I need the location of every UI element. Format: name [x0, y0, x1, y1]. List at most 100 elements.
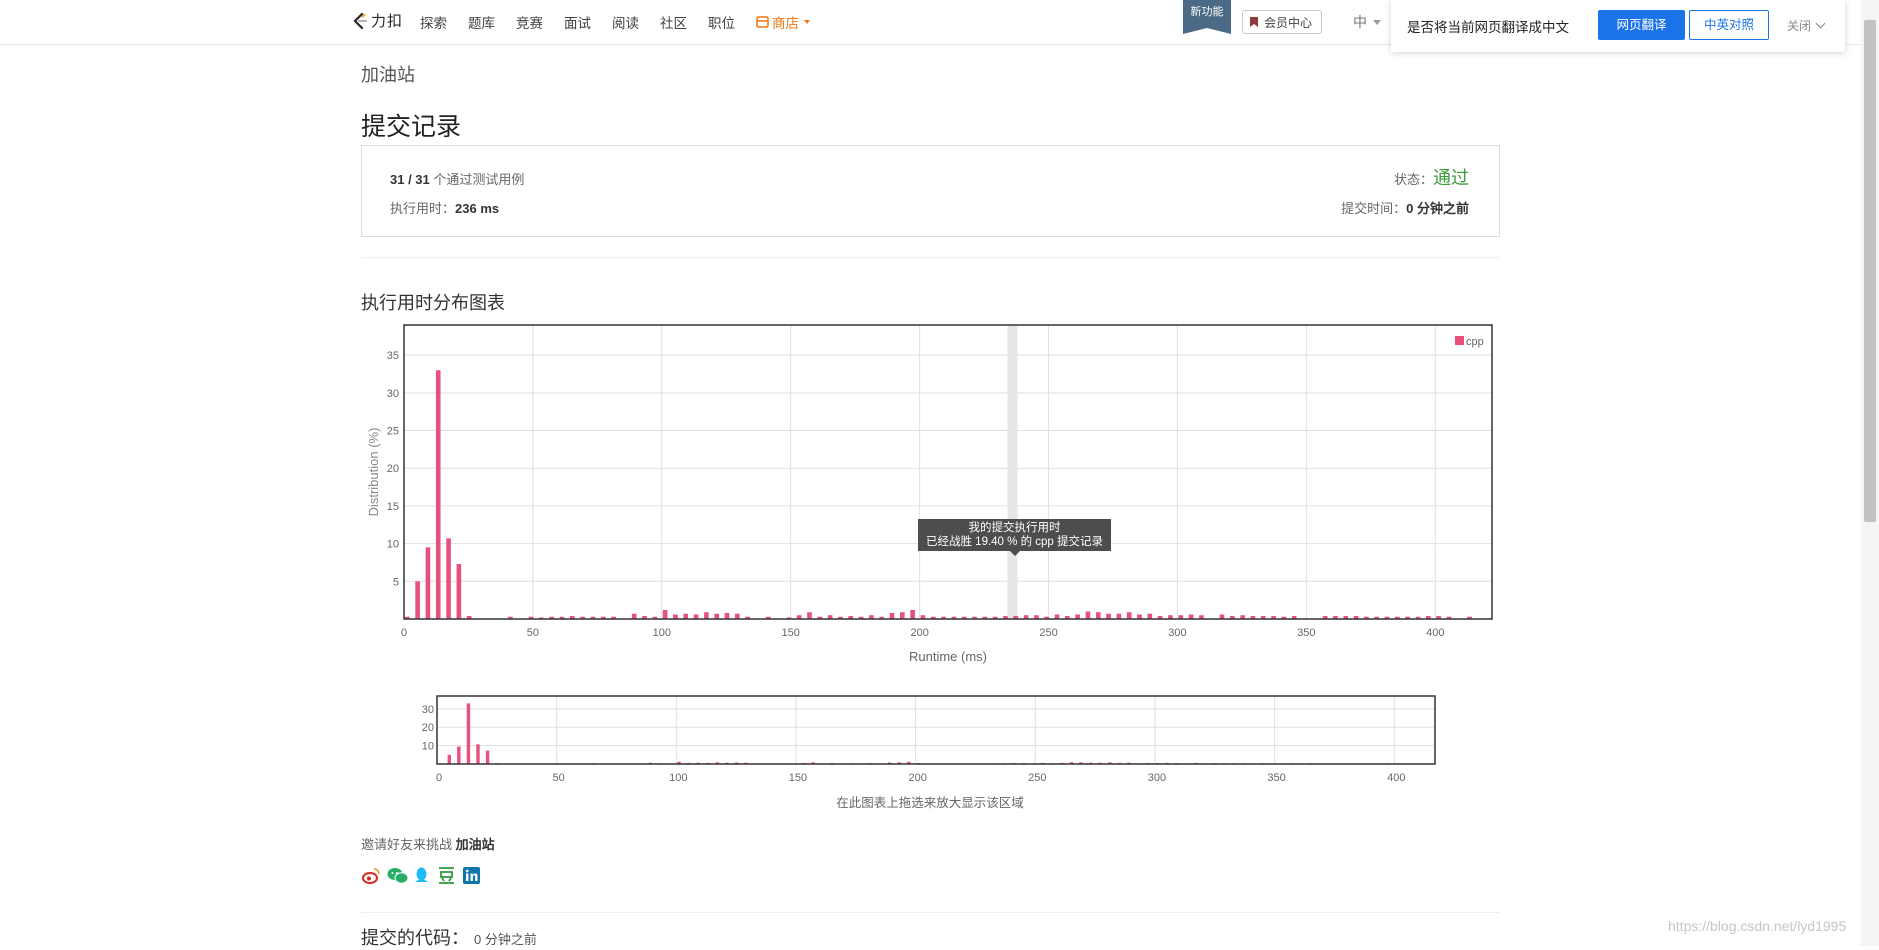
qq-icon[interactable] [412, 866, 431, 885]
language-switch[interactable]: 中 [1353, 12, 1381, 32]
y-tick-label: 10 [387, 539, 399, 551]
x-tick-label: 0 [401, 627, 407, 639]
navigator-x-tick-label: 0 [436, 772, 442, 784]
bar [910, 610, 915, 619]
translate-close-label: 关闭 [1787, 17, 1811, 34]
legend-label: cpp [1466, 336, 1484, 348]
x-tick-label: 250 [1039, 627, 1057, 639]
nav-interview[interactable]: 面试 [564, 12, 591, 32]
nav-store[interactable]: 商店 [756, 12, 810, 32]
share-icons [362, 866, 481, 885]
plot-area [404, 325, 1492, 619]
navigator-x-tick-label: 300 [1148, 772, 1166, 784]
runtime-distribution-chart[interactable]: 5101520253035050100150200250300350400Run… [360, 318, 1500, 670]
bar [807, 612, 812, 619]
x-tick-label: 100 [653, 627, 671, 639]
logo-text: 力扣 [371, 10, 403, 31]
runtime-label: 执行用时： [390, 201, 455, 216]
submitted-code-title: 提交的代码： 0 分钟之前 [361, 924, 537, 950]
submit-time-label: 提交时间： [1341, 201, 1406, 216]
bar [683, 614, 688, 619]
language-label: 中 [1353, 12, 1367, 32]
translate-popup: 是否将当前网页翻译成中文 网页翻译 中英对照 关闭 [1391, 0, 1845, 52]
chevron-down-icon [1373, 20, 1381, 25]
testcases-suffix: 个通过测试用例 [430, 172, 525, 187]
navigator-x-tick-label: 150 [789, 772, 807, 784]
navigator-area [437, 696, 1435, 764]
x-tick-label: 300 [1168, 627, 1186, 639]
bar [426, 547, 431, 619]
bar [415, 581, 420, 619]
translate-page-button[interactable]: 网页翻译 [1598, 10, 1685, 40]
member-center-button[interactable]: 会员中心 [1242, 10, 1322, 34]
navigator-x-tick-label: 250 [1028, 772, 1046, 784]
chart-tooltip: 我的提交执行用时 已经战胜 19.40 % 的 cpp 提交记录 [918, 519, 1111, 551]
bar [1127, 612, 1132, 619]
runtime-row: 执行用时：236 ms [390, 198, 499, 217]
submit-time-row: 提交时间：0 分钟之前 [1341, 198, 1469, 217]
divider [361, 257, 1500, 258]
leetcode-logo-icon [351, 12, 369, 30]
bar [735, 614, 740, 619]
nav-problems[interactable]: 题库 [468, 12, 495, 32]
status-label: 状态： [1394, 169, 1433, 188]
navigator-caption: 在此图表上拖选来放大显示该区域 [420, 792, 1440, 811]
translate-close-button[interactable]: 关闭 [1787, 17, 1824, 34]
my-submission-highlight [1007, 325, 1017, 619]
nav-contest[interactable]: 竞赛 [516, 12, 543, 32]
nav-jobs[interactable]: 职位 [708, 12, 735, 32]
page-title: 提交记录 [361, 107, 461, 143]
divider [361, 912, 1500, 913]
navigator-x-tick-label: 50 [553, 772, 565, 784]
y-tick-label: 20 [387, 463, 399, 475]
y-tick-label: 30 [387, 388, 399, 400]
problem-breadcrumb[interactable]: 加油站 [361, 61, 415, 87]
submission-summary: 31 / 31 个通过测试用例 执行用时：236 ms 状态：通过 提交时间：0… [361, 145, 1500, 237]
y-tick-label: 15 [387, 501, 399, 513]
nav-community[interactable]: 社区 [660, 12, 687, 32]
x-tick-label: 150 [782, 627, 800, 639]
navigator-bar [467, 703, 470, 764]
new-feature-badge[interactable]: 新功能 [1183, 0, 1231, 28]
chevron-down-icon [1816, 19, 1826, 29]
linkedin-icon[interactable] [462, 866, 481, 885]
nav-reading[interactable]: 阅读 [612, 12, 639, 32]
bar [1086, 611, 1091, 619]
leetcode-logo[interactable]: 力扣 [351, 10, 403, 31]
navigator-y-tick-label: 10 [422, 741, 434, 753]
navigator-chart[interactable]: 102030050100150200250300350400 [420, 690, 1440, 790]
chart-section-title: 执行用时分布图表 [361, 289, 505, 315]
x-tick-label: 400 [1426, 627, 1444, 639]
y-axis-title: Distribution (%) [366, 428, 381, 517]
bilingual-button[interactable]: 中英对照 [1689, 10, 1769, 40]
share-text: 邀请好友来挑战 [361, 837, 452, 852]
weibo-icon[interactable] [362, 866, 381, 885]
y-tick-label: 25 [387, 426, 399, 438]
bar [900, 612, 905, 619]
wechat-icon[interactable] [387, 866, 406, 885]
member-center-label: 会员中心 [1264, 14, 1312, 31]
nav-explore[interactable]: 探索 [420, 12, 447, 32]
navigator-bar [486, 751, 489, 764]
navigator-x-tick-label: 100 [669, 772, 687, 784]
douban-icon[interactable] [437, 866, 456, 885]
x-tick-label: 50 [527, 627, 539, 639]
status-row: 状态：通过 [1394, 164, 1469, 190]
translate-prompt: 是否将当前网页翻译成中文 [1407, 16, 1569, 36]
bar [446, 538, 451, 619]
navigator-x-tick-label: 350 [1267, 772, 1285, 784]
store-label: 商店 [772, 12, 799, 32]
bar [457, 564, 462, 619]
navigator-bar [457, 747, 460, 764]
share-label: 邀请好友来挑战 加油站 [361, 834, 495, 853]
bar [704, 612, 709, 619]
status-value: 通过 [1433, 164, 1469, 190]
code-time: 0 分钟之前 [474, 932, 537, 947]
bar [714, 614, 719, 619]
runtime-value: 236 ms [455, 201, 499, 216]
legend-swatch [1455, 336, 1464, 345]
share-problem: 加油站 [456, 837, 495, 852]
submit-time-value: 0 分钟之前 [1406, 201, 1469, 216]
navigator-bar [476, 744, 479, 764]
scrollbar-thumb[interactable] [1864, 20, 1876, 522]
